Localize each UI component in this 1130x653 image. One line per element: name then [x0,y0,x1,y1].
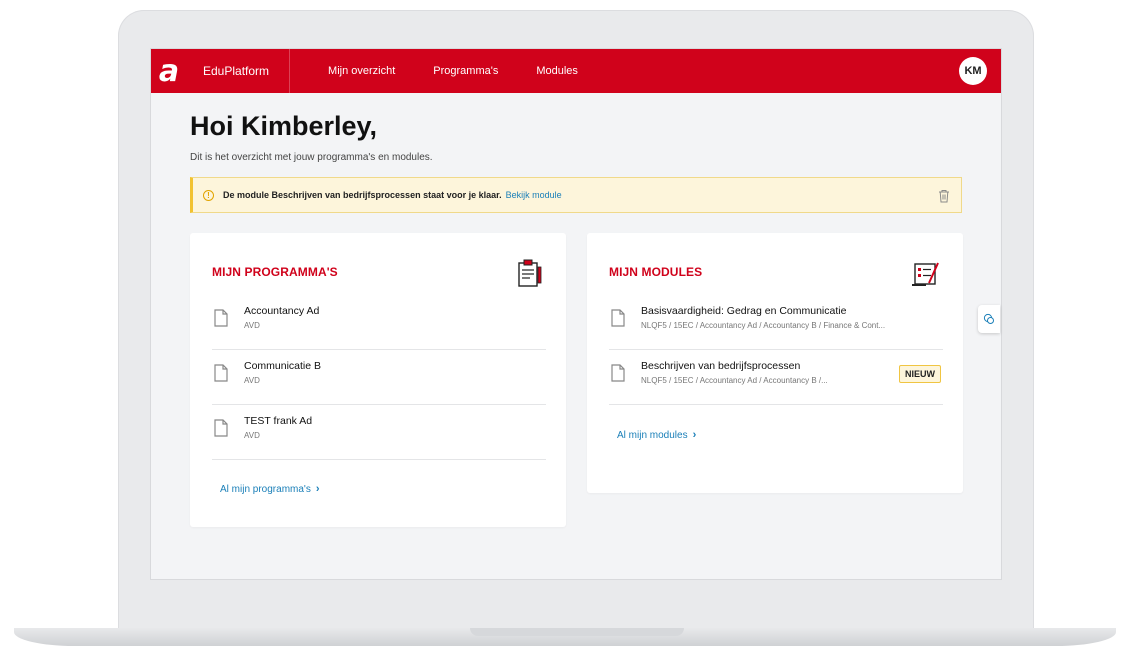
notification-banner: ! De module Beschrijven van bedrijfsproc… [190,177,962,213]
program-title: Accountancy Ad [244,305,320,317]
trash-icon[interactable] [937,188,951,204]
laptop-notch [470,628,684,636]
nav-item-programmas[interactable]: Programma's [433,65,498,77]
app-screen: a EduPlatform Mijn overzicht Programma's… [150,48,1002,580]
program-title: Communicatie B [244,360,322,372]
all-programs-link[interactable]: Al mijn programma's › [220,483,320,495]
brand-name[interactable]: EduPlatform [187,49,291,93]
document-icon [214,364,228,382]
logo-icon[interactable]: a [151,49,187,93]
page-title: Hoi Kimberley, [190,111,378,141]
chevron-right-icon: › [315,483,320,495]
list-item[interactable]: Beschrijven van bedrijfsprocessen NLQF5 … [609,350,943,405]
modules-card-title: MIJN MODULES [609,265,703,279]
all-programs-link-label: Al mijn programma's [220,483,311,495]
list-item[interactable]: Communicatie B AVD [212,350,546,405]
module-subtitle: NLQF5 / 15EC / Accountancy Ad / Accounta… [641,321,886,330]
notification-text: De module Beschrijven van bedrijfsproces… [223,190,502,200]
module-title: Beschrijven van bedrijfsprocessen [641,360,801,372]
top-navigation: a EduPlatform Mijn overzicht Programma's… [151,49,1001,93]
list-item[interactable]: Basisvaardigheid: Gedrag en Communicatie… [609,295,943,350]
document-icon [611,364,625,382]
module-title: Basisvaardigheid: Gedrag en Communicatie [641,305,847,317]
list-item[interactable]: TEST frank Ad AVD [212,405,546,460]
program-subtitle: AVD [244,376,260,385]
document-icon [611,309,625,327]
program-title: TEST frank Ad [244,415,313,427]
chat-icon [983,313,994,324]
nav-item-modules[interactable]: Modules [536,65,578,77]
list-item[interactable]: Accountancy Ad AVD [212,295,546,350]
checklist-illustration-icon [912,262,939,286]
program-subtitle: AVD [244,431,260,440]
module-subtitle: NLQF5 / 15EC / Accountancy Ad / Accounta… [641,376,828,385]
document-icon [214,419,228,437]
avatar[interactable]: KM [959,57,987,85]
info-icon: ! [203,189,214,201]
programs-card-title: MIJN PROGRAMMA'S [212,265,338,279]
programs-card: MIJN PROGRAMMA'S Accountancy Ad AVD Comm… [190,233,566,527]
program-subtitle: AVD [244,321,260,330]
page-subtitle: Dit is het overzicht met jouw programma'… [190,152,433,163]
all-modules-link-label: Al mijn modules [617,429,688,441]
document-icon [214,309,228,327]
chevron-right-icon: › [692,429,697,441]
modules-card: MIJN MODULES Basisvaardigheid: Gedrag en… [587,233,963,493]
nav-item-mijn-overzicht[interactable]: Mijn overzicht [328,65,395,77]
view-module-link[interactable]: Bekijk module [506,190,562,200]
chat-button[interactable] [978,305,1000,333]
programs-list: Accountancy Ad AVD Communicatie B AVD TE… [212,295,546,460]
new-badge: NIEUW [899,365,941,383]
modules-list: Basisvaardigheid: Gedrag en Communicatie… [609,295,943,405]
all-modules-link[interactable]: Al mijn modules › [617,429,696,441]
clipboard-illustration-icon [518,259,542,287]
